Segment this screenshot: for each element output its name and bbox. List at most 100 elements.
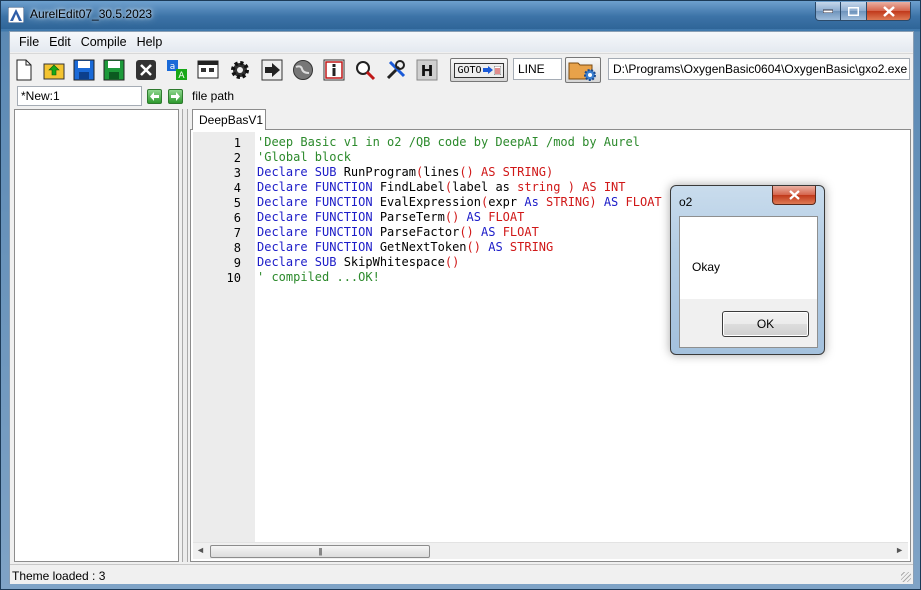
scroll-left-icon[interactable]: ◄ [196, 545, 205, 555]
dialog-message: Okay [692, 260, 721, 274]
doc-lines-icon [493, 65, 501, 75]
file-row: *New:1 file path [10, 86, 913, 108]
line-number: 9 [233, 256, 241, 270]
select-compiler-button[interactable] [565, 57, 601, 83]
code-token: GetNextToken [379, 240, 467, 254]
code-token: () [459, 225, 481, 239]
code-token: AS [481, 225, 503, 239]
code-token: AS [603, 195, 626, 209]
code-token: Declare FUNCTION [257, 225, 380, 239]
code-token: Declare SUB [257, 255, 344, 269]
close-file-button[interactable] [134, 58, 158, 82]
code-token: AS [488, 240, 510, 254]
help-h-icon: H [416, 59, 438, 81]
code-text[interactable]: 'Deep Basic v1 in o2 /QB code by DeepAI … [257, 135, 662, 285]
tools-icon [386, 60, 406, 80]
line-number: 8 [233, 241, 241, 255]
code-token: Declare SUB [257, 165, 344, 179]
open-file-button[interactable] [42, 58, 66, 82]
code-token: string ) AS INT [517, 180, 626, 194]
minimize-button[interactable] [815, 2, 841, 21]
save-button[interactable] [72, 58, 96, 82]
next-file-button[interactable] [168, 89, 183, 104]
open-folder-icon [43, 63, 65, 80]
new-file-button[interactable] [12, 58, 36, 82]
app-window: AurelEdit07_30.5.2023 File Edit Compile … [0, 0, 921, 590]
code-token: () [444, 255, 460, 269]
window-title: AurelEdit07_30.5.2023 [30, 7, 153, 21]
code-token: Declare FUNCTION [257, 240, 380, 254]
code-line[interactable]: Declare FUNCTION EvalExpression(expr As … [257, 195, 662, 210]
run-window-button[interactable] [196, 58, 220, 82]
code-line[interactable]: Declare FUNCTION GetNextToken() AS STRIN… [257, 240, 662, 255]
file-name-field[interactable]: *New:1 [17, 86, 142, 106]
code-line[interactable]: 'Deep Basic v1 in o2 /QB code by DeepAI … [257, 135, 662, 150]
horizontal-scrollbar[interactable]: ◄ ||| ► [193, 542, 908, 559]
title-bar[interactable]: AurelEdit07_30.5.2023 [1, 1, 920, 29]
code-token: () [444, 210, 467, 224]
line-number: 7 [233, 226, 241, 240]
gear-icon [231, 61, 249, 79]
new-file-icon [16, 59, 32, 81]
line-number: 5 [233, 196, 241, 210]
menu-edit[interactable]: Edit [44, 35, 76, 49]
line-number: 2 [233, 151, 241, 165]
code-token: FLOAT [625, 195, 662, 209]
code-token: FLOAT [502, 225, 539, 239]
code-token: lines [423, 165, 460, 179]
code-token: ParseTerm [379, 210, 445, 224]
dialog-close-button[interactable] [772, 186, 816, 205]
line-number-input[interactable] [513, 58, 562, 80]
menu-help[interactable]: Help [132, 35, 168, 49]
goto-label-box: GOTO [454, 62, 504, 78]
ok-button[interactable]: OK [722, 311, 809, 337]
line-number: 6 [233, 211, 241, 225]
line-number: 3 [233, 166, 241, 180]
message-dialog: o2 Okay OK [670, 185, 825, 355]
tools-button[interactable] [384, 58, 408, 82]
arrow-right-icon [482, 66, 493, 74]
search-icon [356, 61, 376, 81]
arrow-left-icon [150, 92, 159, 101]
code-line[interactable]: ' compiled ...OK! [257, 270, 662, 285]
file-list-panel[interactable] [14, 109, 179, 562]
code-token: FLOAT [488, 210, 525, 224]
tab-deepbasv1[interactable]: DeepBasV1 [192, 109, 266, 130]
settings-button[interactable] [228, 58, 252, 82]
translate-button[interactable]: aA [165, 58, 189, 82]
close-file-icon [136, 60, 156, 80]
maximize-button[interactable] [840, 2, 867, 21]
info-button[interactable] [322, 58, 346, 82]
menu-file[interactable]: File [14, 35, 44, 49]
goto-button[interactable]: GOTO [450, 58, 508, 82]
info-icon [323, 59, 345, 81]
prev-file-button[interactable] [147, 89, 162, 104]
code-token: RunProgram [343, 165, 416, 179]
close-button[interactable] [866, 2, 911, 21]
scroll-right-icon[interactable]: ► [895, 545, 904, 555]
save-as-button[interactable] [102, 58, 126, 82]
code-token: EvalExpression [379, 195, 481, 209]
goto-label: GOTO [457, 64, 482, 76]
run-button[interactable] [260, 58, 284, 82]
resize-grip-icon[interactable] [901, 572, 911, 582]
code-line[interactable]: Declare SUB SkipWhitespace() [257, 255, 662, 270]
panel-splitter[interactable] [182, 109, 188, 562]
web-button[interactable] [291, 58, 315, 82]
code-line[interactable]: Declare FUNCTION ParseTerm() AS FLOAT [257, 210, 662, 225]
code-line[interactable]: Declare FUNCTION ParseFactor() AS FLOAT [257, 225, 662, 240]
scrollbar-thumb[interactable]: ||| [210, 545, 430, 558]
menu-compile[interactable]: Compile [76, 35, 132, 49]
code-line[interactable]: Declare FUNCTION FindLabel(label as stri… [257, 180, 662, 195]
help-button[interactable]: H [415, 58, 439, 82]
compiler-path-field[interactable]: D:\Programs\OxygenBasic0604\OxygenBasic\… [608, 58, 910, 80]
code-token: SkipWhitespace [343, 255, 445, 269]
globe-icon [293, 60, 313, 80]
close-icon [882, 5, 895, 17]
code-line[interactable]: 'Global block [257, 150, 662, 165]
code-token: Declare FUNCTION [257, 195, 380, 209]
code-token: () AS STRING) [459, 165, 554, 179]
code-line[interactable]: Declare SUB RunProgram(lines() AS STRING… [257, 165, 662, 180]
save-icon [73, 59, 95, 81]
find-button[interactable] [353, 58, 377, 82]
